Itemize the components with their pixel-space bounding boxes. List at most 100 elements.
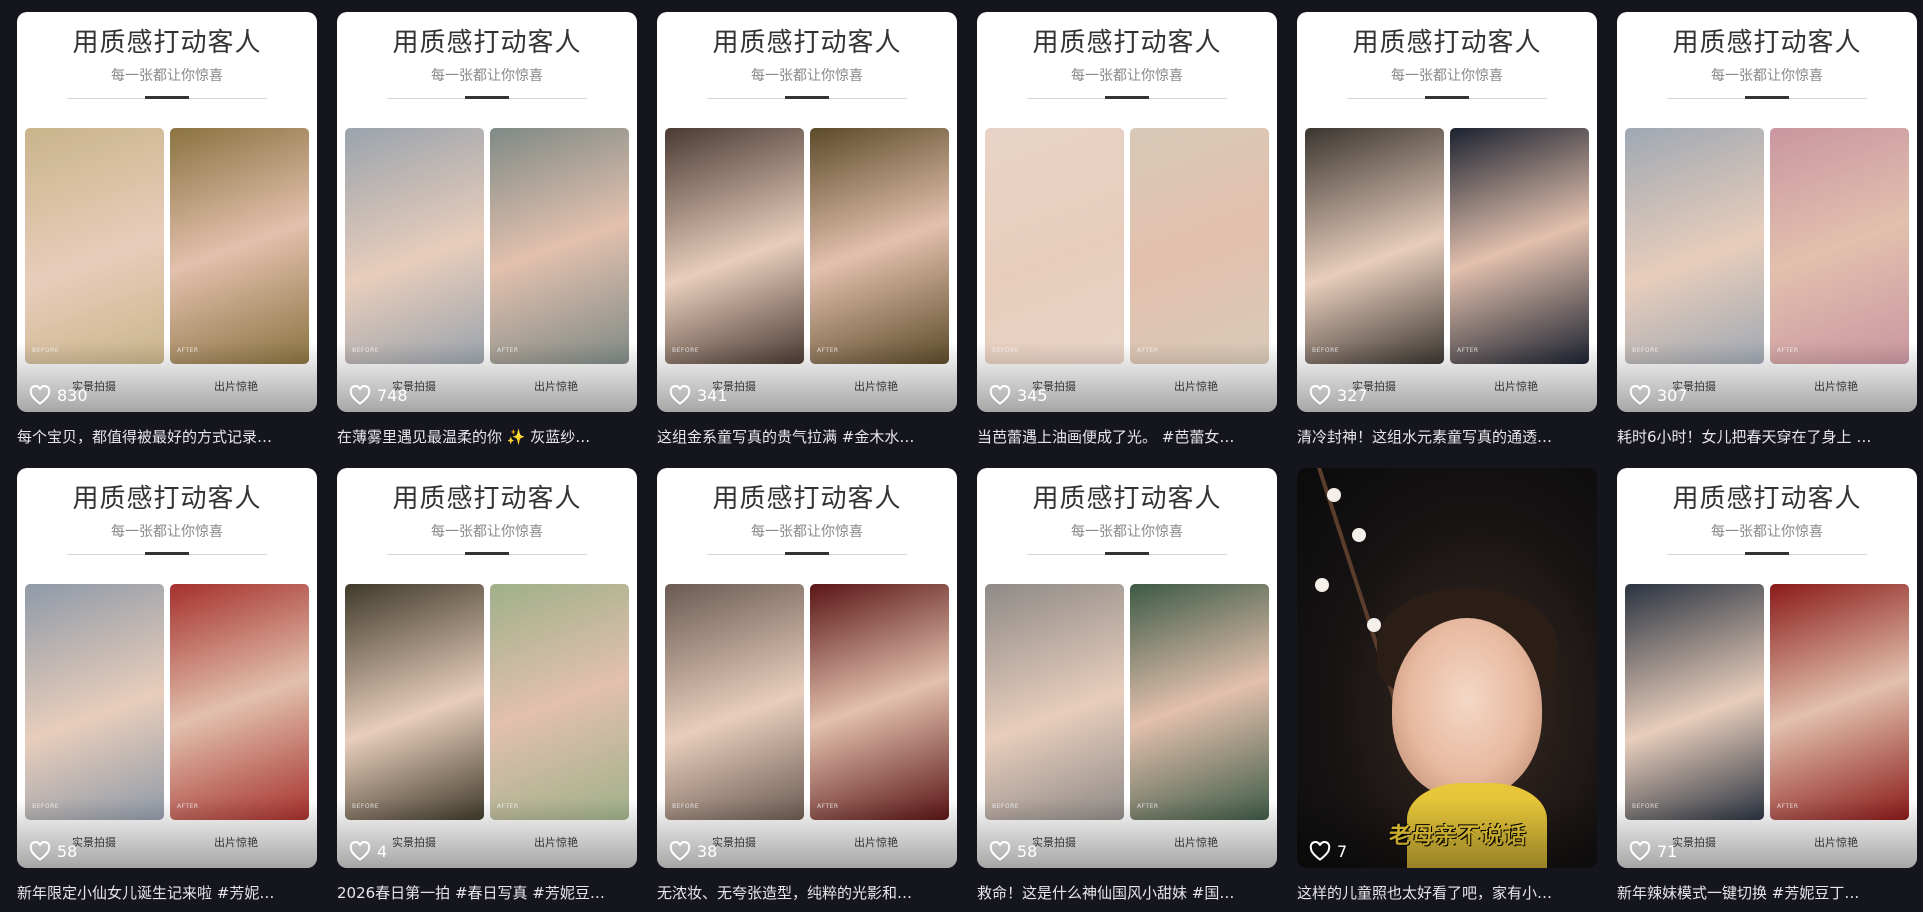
thumbnail-title: 用质感打动客人 [712, 484, 902, 514]
video-card[interactable]: 用质感打动客人每一张都让你惊喜BEFOREAFTER实景拍摄出片惊艳42026春… [337, 468, 637, 912]
after-photo: AFTER [1450, 128, 1589, 364]
thumbnail-subtitle: 每一张都让你惊喜 [431, 524, 543, 540]
video-thumbnail[interactable]: 用质感打动客人每一张都让你惊喜BEFOREAFTER实景拍摄出片惊艳58 [977, 468, 1277, 868]
video-caption[interactable]: 在薄雾里遇见最温柔的你 ✨ 灰蓝纱… [337, 426, 637, 447]
heart-icon [669, 841, 691, 861]
divider-accent [785, 552, 829, 555]
heart-icon [1309, 385, 1331, 405]
video-caption[interactable]: 新年辣妹模式一键切换 #芳妮豆丁… [1617, 882, 1917, 903]
video-caption[interactable]: 这组金系童写真的贵气拉满 #金木水… [657, 426, 957, 447]
after-photo: AFTER [170, 584, 309, 820]
heart-icon [1629, 841, 1651, 861]
like-count: 38 [669, 841, 717, 861]
thumbnail-subtitle: 每一张都让你惊喜 [1711, 68, 1823, 84]
thumbnail-title: 用质感打动客人 [72, 28, 262, 58]
video-card[interactable]: 用质感打动客人每一张都让你惊喜BEFOREAFTER实景拍摄出片惊艳327清冷封… [1297, 12, 1597, 456]
thumbnail-subtitle: 每一张都让你惊喜 [1391, 68, 1503, 84]
video-card[interactable]: 用质感打动客人每一张都让你惊喜BEFOREAFTER实景拍摄出片惊艳830每个宝… [17, 12, 317, 456]
video-card[interactable]: 用质感打动客人每一张都让你惊喜BEFOREAFTER实景拍摄出片惊艳748 在薄雾… [337, 12, 637, 456]
before-photo: BEFORE [345, 584, 484, 820]
thumbnail-title: 用质感打动客人 [1352, 28, 1542, 58]
like-count: 71 [1629, 841, 1677, 861]
thumbnail-title: 用质感打动客人 [1672, 28, 1862, 58]
like-count-value: 307 [1657, 385, 1688, 405]
video-thumbnail[interactable]: 用质感打动客人每一张都让你惊喜BEFOREAFTER实景拍摄出片惊艳307 [1617, 12, 1917, 412]
like-count: 58 [29, 841, 77, 861]
video-grid: 用质感打动客人每一张都让你惊喜BEFOREAFTER实景拍摄出片惊艳830每个宝… [17, 12, 1917, 912]
video-caption[interactable]: 每个宝贝，都值得被最好的方式记录… [17, 426, 317, 447]
video-card[interactable]: 用质感打动客人每一张都让你惊喜BEFOREAFTER实景拍摄出片惊艳38 无浓妆、… [657, 468, 957, 912]
video-caption[interactable]: 新年限定小仙女儿诞生记来啦 #芳妮… [17, 882, 317, 903]
like-count-value: 4 [377, 841, 388, 861]
after-photo: AFTER [490, 128, 629, 364]
before-photo: BEFORE [665, 584, 804, 820]
thumbnail-subtitle: 每一张都让你惊喜 [111, 524, 223, 540]
like-count: 341 [669, 385, 728, 405]
video-thumbnail[interactable]: 用质感打动客人每一张都让你惊喜BEFOREAFTER实景拍摄出片惊艳341 [657, 12, 957, 412]
divider-accent [1105, 552, 1149, 555]
thumbnail-title: 用质感打动客人 [1032, 484, 1222, 514]
divider-accent [465, 552, 509, 555]
before-photo: BEFORE [1625, 128, 1764, 364]
like-count: 748 [349, 385, 408, 405]
like-count: 4 [349, 841, 387, 861]
thumbnail-subtitle: 每一张都让你惊喜 [431, 68, 543, 84]
divider-accent [465, 96, 509, 99]
heart-icon [989, 841, 1011, 861]
video-thumbnail[interactable]: 用质感打动客人每一张都让你惊喜BEFOREAFTER实景拍摄出片惊艳345 [977, 12, 1277, 412]
video-card[interactable]: 用质感打动客人每一张都让你惊喜BEFOREAFTER实景拍摄出片惊艳71新年辣妹… [1617, 468, 1917, 912]
video-card[interactable]: 老母亲不说话7 这样的儿童照也太好看了吧，家有小… [1297, 468, 1597, 912]
video-card[interactable]: 用质感打动客人每一张都让你惊喜BEFOREAFTER实景拍摄出片惊艳307耗时6… [1617, 12, 1917, 456]
video-thumbnail[interactable]: 用质感打动客人每一张都让你惊喜BEFOREAFTER实景拍摄出片惊艳830 [17, 12, 317, 412]
after-photo: AFTER [170, 128, 309, 364]
video-card[interactable]: 用质感打动客人每一张都让你惊喜BEFOREAFTER实景拍摄出片惊艳345 当芭蕾… [977, 12, 1277, 456]
thumbnail-subtitle: 每一张都让你惊喜 [1071, 524, 1183, 540]
video-caption[interactable]: 2026春日第一拍 #春日写真 #芳妮豆… [337, 882, 637, 903]
video-thumbnail[interactable]: 用质感打动客人每一张都让你惊喜BEFOREAFTER实景拍摄出片惊艳748 [337, 12, 637, 412]
after-photo: AFTER [490, 584, 629, 820]
heart-icon [989, 385, 1011, 405]
like-count-value: 345 [1017, 385, 1048, 405]
video-caption[interactable]: 耗时6小时！女儿把春天穿在了身上 … [1617, 426, 1917, 447]
video-card[interactable]: 用质感打动客人每一张都让你惊喜BEFOREAFTER实景拍摄出片惊艳58新年限定… [17, 468, 317, 912]
video-caption[interactable]: 无浓妆、无夸张造型，纯粹的光影和… [657, 882, 957, 903]
like-count-value: 58 [57, 841, 78, 861]
divider-accent [1105, 96, 1149, 99]
thumbnail-title: 用质感打动客人 [1672, 484, 1862, 514]
face [1392, 618, 1542, 798]
video-thumbnail[interactable]: 用质感打动客人每一张都让你惊喜BEFOREAFTER实景拍摄出片惊艳38 [657, 468, 957, 868]
video-thumbnail[interactable]: 用质感打动客人每一张都让你惊喜BEFOREAFTER实景拍摄出片惊艳58 [17, 468, 317, 868]
before-photo: BEFORE [1625, 584, 1764, 820]
video-caption[interactable]: 清冷封神！这组水元素童写真的通透… [1297, 426, 1597, 447]
after-photo: AFTER [1130, 584, 1269, 820]
video-card[interactable]: 用质感打动客人每一张都让你惊喜BEFOREAFTER实景拍摄出片惊艳341 这组金… [657, 12, 957, 456]
divider-accent [1745, 96, 1789, 99]
before-photo: BEFORE [25, 584, 164, 820]
video-thumbnail[interactable]: 用质感打动客人每一张都让你惊喜BEFOREAFTER实景拍摄出片惊艳327 [1297, 12, 1597, 412]
divider-accent [1425, 96, 1469, 99]
before-photo: BEFORE [985, 128, 1124, 364]
like-count-value: 748 [377, 385, 408, 405]
video-card[interactable]: 用质感打动客人每一张都让你惊喜BEFOREAFTER实景拍摄出片惊艳58救命！这… [977, 468, 1277, 912]
thumbnail-subtitle: 每一张都让你惊喜 [111, 68, 223, 84]
heart-icon [349, 841, 371, 861]
after-photo: AFTER [810, 584, 949, 820]
divider-accent [1745, 552, 1789, 555]
heart-icon [669, 385, 691, 405]
like-count-value: 341 [697, 385, 728, 405]
thumbnail-subtitle: 每一张都让你惊喜 [1711, 524, 1823, 540]
like-count-value: 327 [1337, 385, 1368, 405]
video-caption[interactable]: 当芭蕾遇上油画便成了光。 #芭蕾女… [977, 426, 1277, 447]
video-thumbnail[interactable]: 老母亲不说话7 [1297, 468, 1597, 868]
video-caption[interactable]: 这样的儿童照也太好看了吧，家有小… [1297, 882, 1597, 903]
video-thumbnail[interactable]: 用质感打动客人每一张都让你惊喜BEFOREAFTER实景拍摄出片惊艳71 [1617, 468, 1917, 868]
heart-icon [1309, 841, 1331, 861]
heart-icon [1629, 385, 1651, 405]
video-thumbnail[interactable]: 用质感打动客人每一张都让你惊喜BEFOREAFTER实景拍摄出片惊艳4 [337, 468, 637, 868]
video-caption[interactable]: 救命！这是什么神仙国风小甜妹 #国… [977, 882, 1277, 903]
thumbnail-subtitle: 每一张都让你惊喜 [751, 68, 863, 84]
like-count: 327 [1309, 385, 1368, 405]
after-photo: AFTER [810, 128, 949, 364]
heart-icon [349, 385, 371, 405]
blossom [1352, 528, 1366, 542]
